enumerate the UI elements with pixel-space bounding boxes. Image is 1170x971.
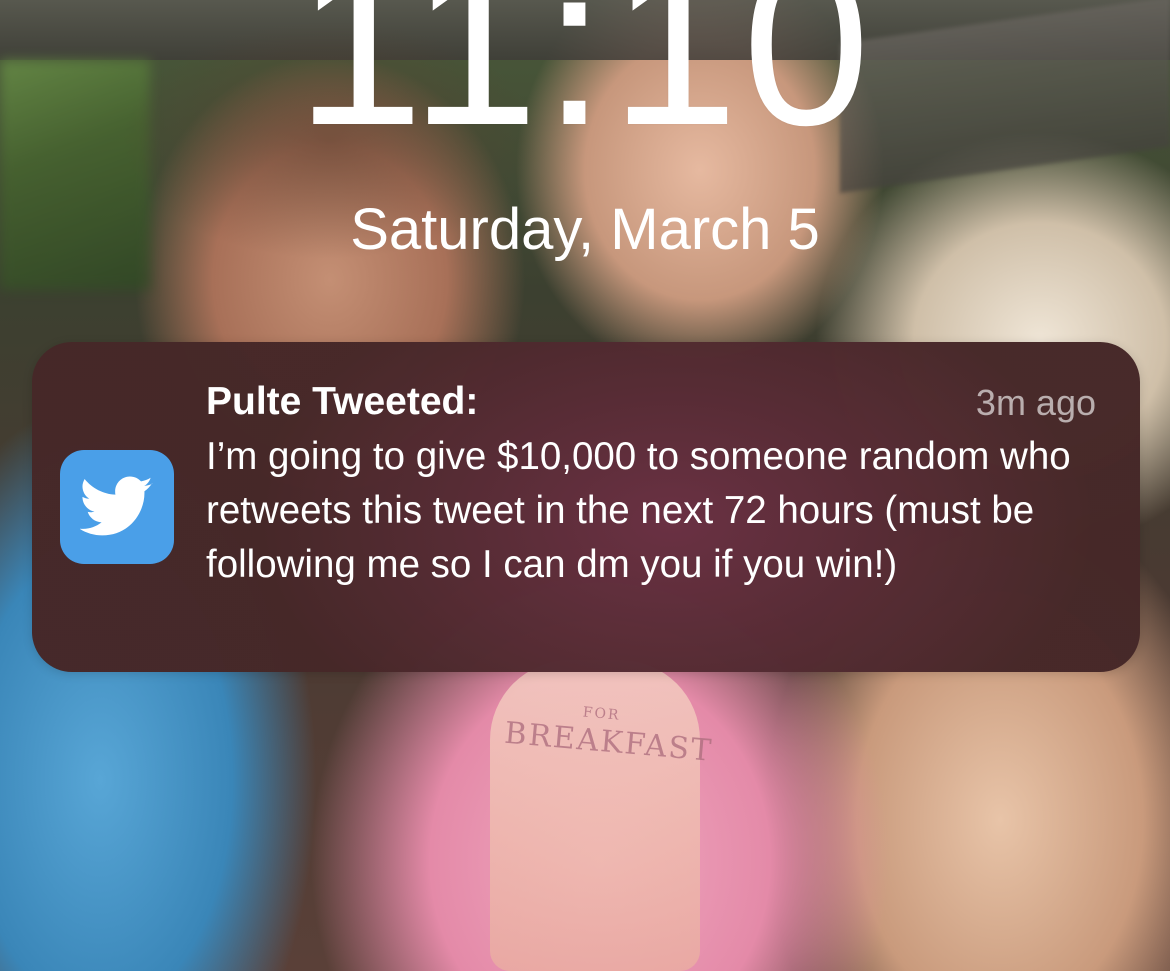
notification-title: Pulte Tweeted: [206,380,479,423]
twitter-bird-glyph [80,476,153,536]
tweet-notification[interactable]: Pulte Tweeted: 3m ago I’m going to give … [32,342,1140,672]
lock-screen-date: Saturday, March 5 [350,197,820,262]
notification-timestamp: 3m ago [975,382,1096,423]
lock-screen-clock: 11:10 [295,0,875,173]
notification-body: I’m going to give $10,000 to someone ran… [206,435,1071,586]
twitter-bird-icon [60,450,174,564]
